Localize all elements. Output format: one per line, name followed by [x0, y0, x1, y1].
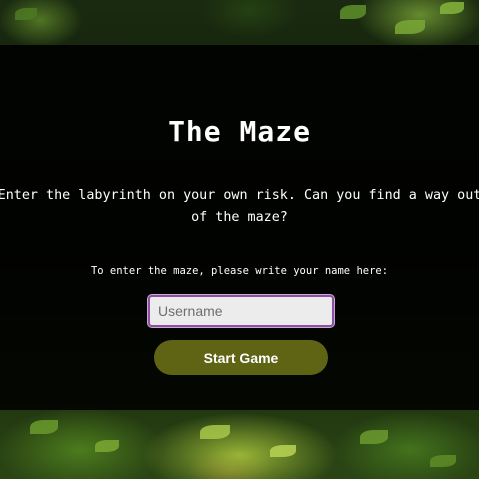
foliage-decoration: [30, 420, 58, 434]
start-game-button[interactable]: Start Game: [154, 340, 328, 375]
username-input[interactable]: [148, 295, 334, 327]
foliage-decoration: [430, 455, 456, 467]
foliage-decoration: [360, 430, 388, 444]
foliage-decoration: [200, 425, 230, 439]
foliage-decoration: [270, 445, 296, 457]
name-prompt: To enter the maze, please write your nam…: [90, 265, 389, 277]
foliage-decoration: [15, 8, 37, 20]
foliage-decoration: [340, 5, 366, 19]
intro-panel: The Maze Enter the labyrinth on your own…: [0, 45, 479, 410]
page-title: The Maze: [168, 115, 311, 148]
foliage-decoration: [95, 440, 119, 452]
foliage-decoration: [440, 2, 464, 14]
foliage-decoration: [395, 20, 425, 34]
intro-description: Enter the labyrinth on your own risk. Ca…: [0, 188, 479, 225]
